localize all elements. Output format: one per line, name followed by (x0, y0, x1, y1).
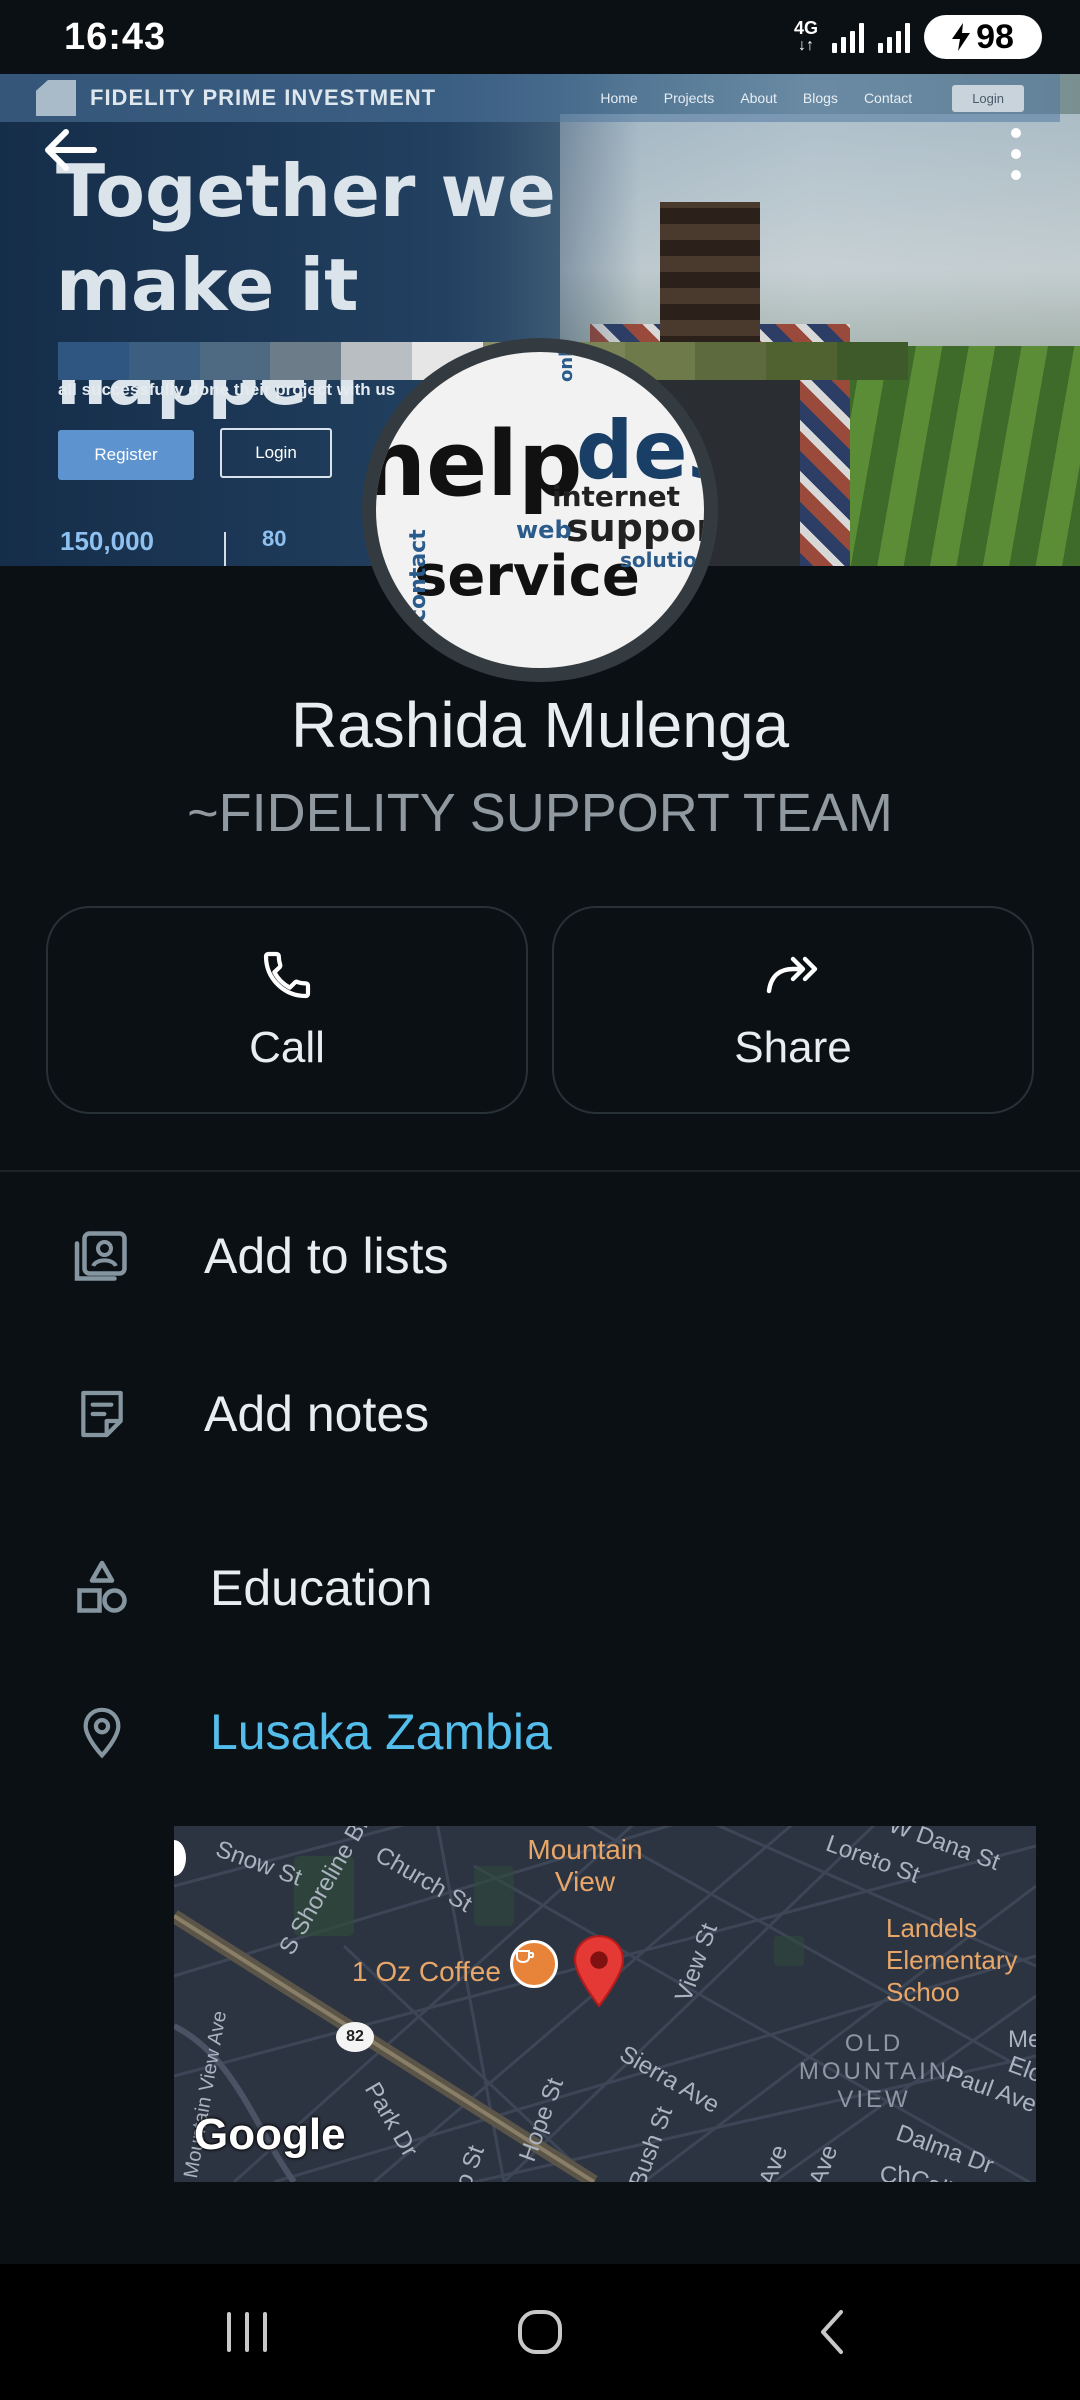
divider (0, 1170, 1080, 1172)
status-time: 16:43 (64, 15, 167, 58)
add-notes-label: Add notes (204, 1386, 430, 1442)
banner-brand: FIDELITY PRIME INVESTMENT (90, 85, 437, 110)
contact-name: Rashida Mulenga (290, 689, 790, 761)
location-pin-icon (70, 1700, 134, 1764)
avatar-image: help desk internet support service web o… (376, 352, 704, 668)
recent-apps-icon[interactable] (217, 2302, 277, 2362)
phone-icon (263, 951, 311, 999)
home-icon[interactable] (510, 2302, 570, 2362)
add-to-lists-row[interactable]: Add to lists (0, 1196, 1080, 1316)
banner-register: Register (58, 430, 194, 480)
notes-icon (70, 1382, 134, 1446)
banner-stat: 150,000 (60, 526, 154, 556)
banner-subtext: all successfully done their project with… (58, 380, 396, 399)
map-district: OLD MOUNTAIN VIEW (798, 2030, 950, 2113)
blurred-face (660, 202, 760, 352)
back-arrow-icon[interactable] (40, 126, 100, 174)
more-options-icon[interactable] (1008, 128, 1024, 180)
signal-icon (832, 21, 864, 53)
status-indicators: 4G ↓↑ 98 (794, 15, 1042, 59)
call-button[interactable]: Call (46, 906, 528, 1114)
data-arrows-icon: ↓↑ (797, 37, 814, 54)
map-school: Landels Elementary Schoo (886, 1913, 1018, 2007)
avatar[interactable]: help desk internet support service web o… (362, 338, 718, 682)
share-label: Share (734, 1023, 852, 1072)
contact-subtitle: ~FIDELITY SUPPORT TEAM (187, 783, 893, 843)
banner-stat-2: 80 (262, 526, 287, 551)
back-nav-icon[interactable] (803, 2302, 863, 2362)
signal-icon-2 (878, 21, 910, 53)
education-row: Education (0, 1528, 1080, 1648)
map-area-title: Mountain View (527, 1834, 643, 1897)
action-buttons: Call Share (46, 906, 1034, 1114)
location-row[interactable]: Lusaka Zambia (0, 1672, 1080, 1792)
forward-icon (766, 956, 818, 994)
call-label: Call (249, 1023, 325, 1072)
banner-login-top: Login (952, 84, 1024, 112)
map-poi-label: 1 Oz Coffee (352, 1956, 501, 1987)
google-attribution: Google (194, 2110, 346, 2159)
charging-icon (952, 23, 971, 51)
map-pin-icon (573, 1935, 625, 2008)
banner-login: Login (220, 428, 332, 478)
system-nav-bar (0, 2264, 1080, 2400)
network-type: 4G ↓↑ (793, 18, 818, 54)
banner-menu: Home Projects About Blogs Contact (600, 90, 913, 106)
brand-logo-icon (36, 80, 76, 116)
location-link[interactable]: Lusaka Zambia (210, 1703, 552, 1761)
contact-list-icon (70, 1224, 134, 1288)
status-bar: 16:43 4G ↓↑ 98 (0, 0, 1080, 74)
category-shapes-icon (70, 1556, 134, 1620)
location-map[interactable]: Snow St Church St S Shoreline Blvd Mount… (174, 1826, 1036, 2182)
battery-indicator: 98 (924, 15, 1042, 59)
add-to-lists-label: Add to lists (204, 1228, 449, 1284)
share-button[interactable]: Share (552, 906, 1034, 1114)
education-label: Education (210, 1560, 433, 1616)
add-notes-row[interactable]: Add notes (0, 1354, 1080, 1474)
coffee-icon (510, 1940, 558, 1988)
banner-navbar: FIDELITY PRIME INVESTMENT Home Projects … (0, 74, 1060, 122)
route-shield: 82 (336, 2022, 374, 2052)
